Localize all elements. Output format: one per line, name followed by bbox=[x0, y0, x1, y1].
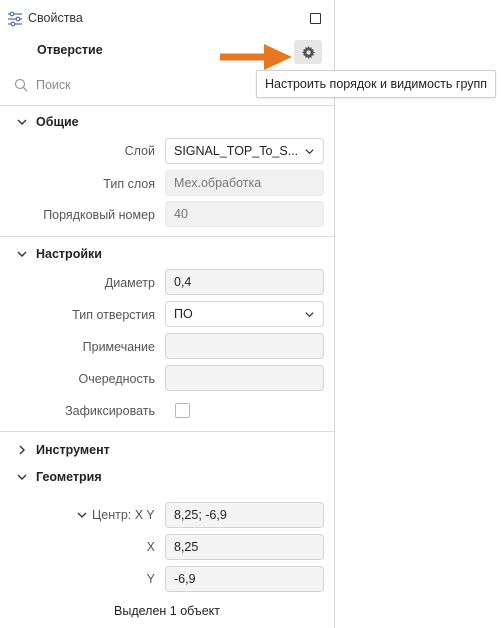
group-title: Общие bbox=[36, 115, 79, 129]
order-input[interactable] bbox=[165, 365, 324, 391]
diameter-value: 0,4 bbox=[174, 275, 192, 289]
panel-title: Свойства bbox=[28, 11, 83, 25]
field-label: Тип отверстия bbox=[72, 308, 155, 322]
selection-status: Выделен 1 объект bbox=[114, 604, 220, 618]
center-row-toggle[interactable]: Центр: X Y bbox=[76, 508, 155, 522]
layer-type-value: Мех.обработка bbox=[174, 176, 262, 190]
field-label: Очередность bbox=[78, 372, 155, 386]
divider bbox=[0, 431, 334, 432]
note-input[interactable] bbox=[165, 333, 324, 359]
field-label: Примечание bbox=[82, 340, 155, 354]
maximize-icon[interactable] bbox=[310, 13, 321, 24]
group-settings-header[interactable]: Настройки bbox=[16, 247, 102, 261]
search-icon bbox=[14, 78, 28, 92]
field-label: Тип слоя bbox=[103, 177, 155, 191]
sliders-icon bbox=[8, 11, 22, 27]
center-input[interactable]: 8,25; -6,9 bbox=[165, 502, 324, 528]
center-value: 8,25; -6,9 bbox=[174, 508, 227, 522]
group-title: Настройки bbox=[36, 247, 102, 261]
divider bbox=[0, 236, 334, 237]
group-general-header[interactable]: Общие bbox=[16, 115, 79, 129]
chevron-down-icon bbox=[17, 474, 27, 480]
gear-icon bbox=[301, 45, 315, 59]
chevron-down-icon bbox=[305, 148, 314, 154]
chevron-down-icon bbox=[17, 251, 27, 257]
x-value: 8,25 bbox=[174, 540, 199, 554]
x-input[interactable]: 8,25 bbox=[165, 534, 324, 560]
divider bbox=[0, 105, 334, 106]
group-settings-button[interactable] bbox=[294, 40, 322, 64]
chevron-down-icon bbox=[77, 512, 87, 518]
field-label: Слой bbox=[124, 144, 155, 158]
field-label: Диаметр bbox=[104, 276, 155, 290]
diameter-input[interactable]: 0,4 bbox=[165, 269, 324, 295]
layer-value: SIGNAL_TOP_To_S... bbox=[174, 144, 299, 158]
tooltip: Настроить порядок и видимость групп bbox=[256, 70, 497, 98]
field-label: X bbox=[146, 540, 155, 554]
y-value: -6,9 bbox=[174, 572, 196, 586]
layer-select[interactable]: SIGNAL_TOP_To_S... bbox=[165, 138, 324, 164]
group-title: Геометрия bbox=[36, 470, 102, 484]
group-geometry-header[interactable]: Геометрия bbox=[16, 470, 102, 484]
hole-type-select[interactable]: ПО bbox=[165, 301, 324, 327]
group-title: Инструмент bbox=[36, 443, 110, 457]
lock-checkbox[interactable] bbox=[175, 403, 190, 418]
chevron-right-icon bbox=[19, 445, 25, 455]
chevron-down-icon bbox=[305, 311, 314, 317]
field-label: Центр: X Y bbox=[92, 508, 155, 522]
object-title: Отверстие bbox=[37, 43, 103, 57]
order-number-value: 40 bbox=[174, 207, 188, 221]
hole-type-value: ПО bbox=[174, 307, 193, 321]
y-input[interactable]: -6,9 bbox=[165, 566, 324, 592]
layer-type-field: Мех.обработка bbox=[165, 170, 324, 196]
order-number-field: 40 bbox=[165, 201, 324, 227]
field-label: Порядковый номер bbox=[43, 208, 155, 222]
field-label: Зафиксировать bbox=[65, 404, 155, 418]
field-label: Y bbox=[146, 572, 155, 586]
arrow-icon bbox=[220, 44, 292, 70]
chevron-down-icon bbox=[17, 119, 27, 125]
group-tool-header[interactable]: Инструмент bbox=[16, 443, 110, 457]
